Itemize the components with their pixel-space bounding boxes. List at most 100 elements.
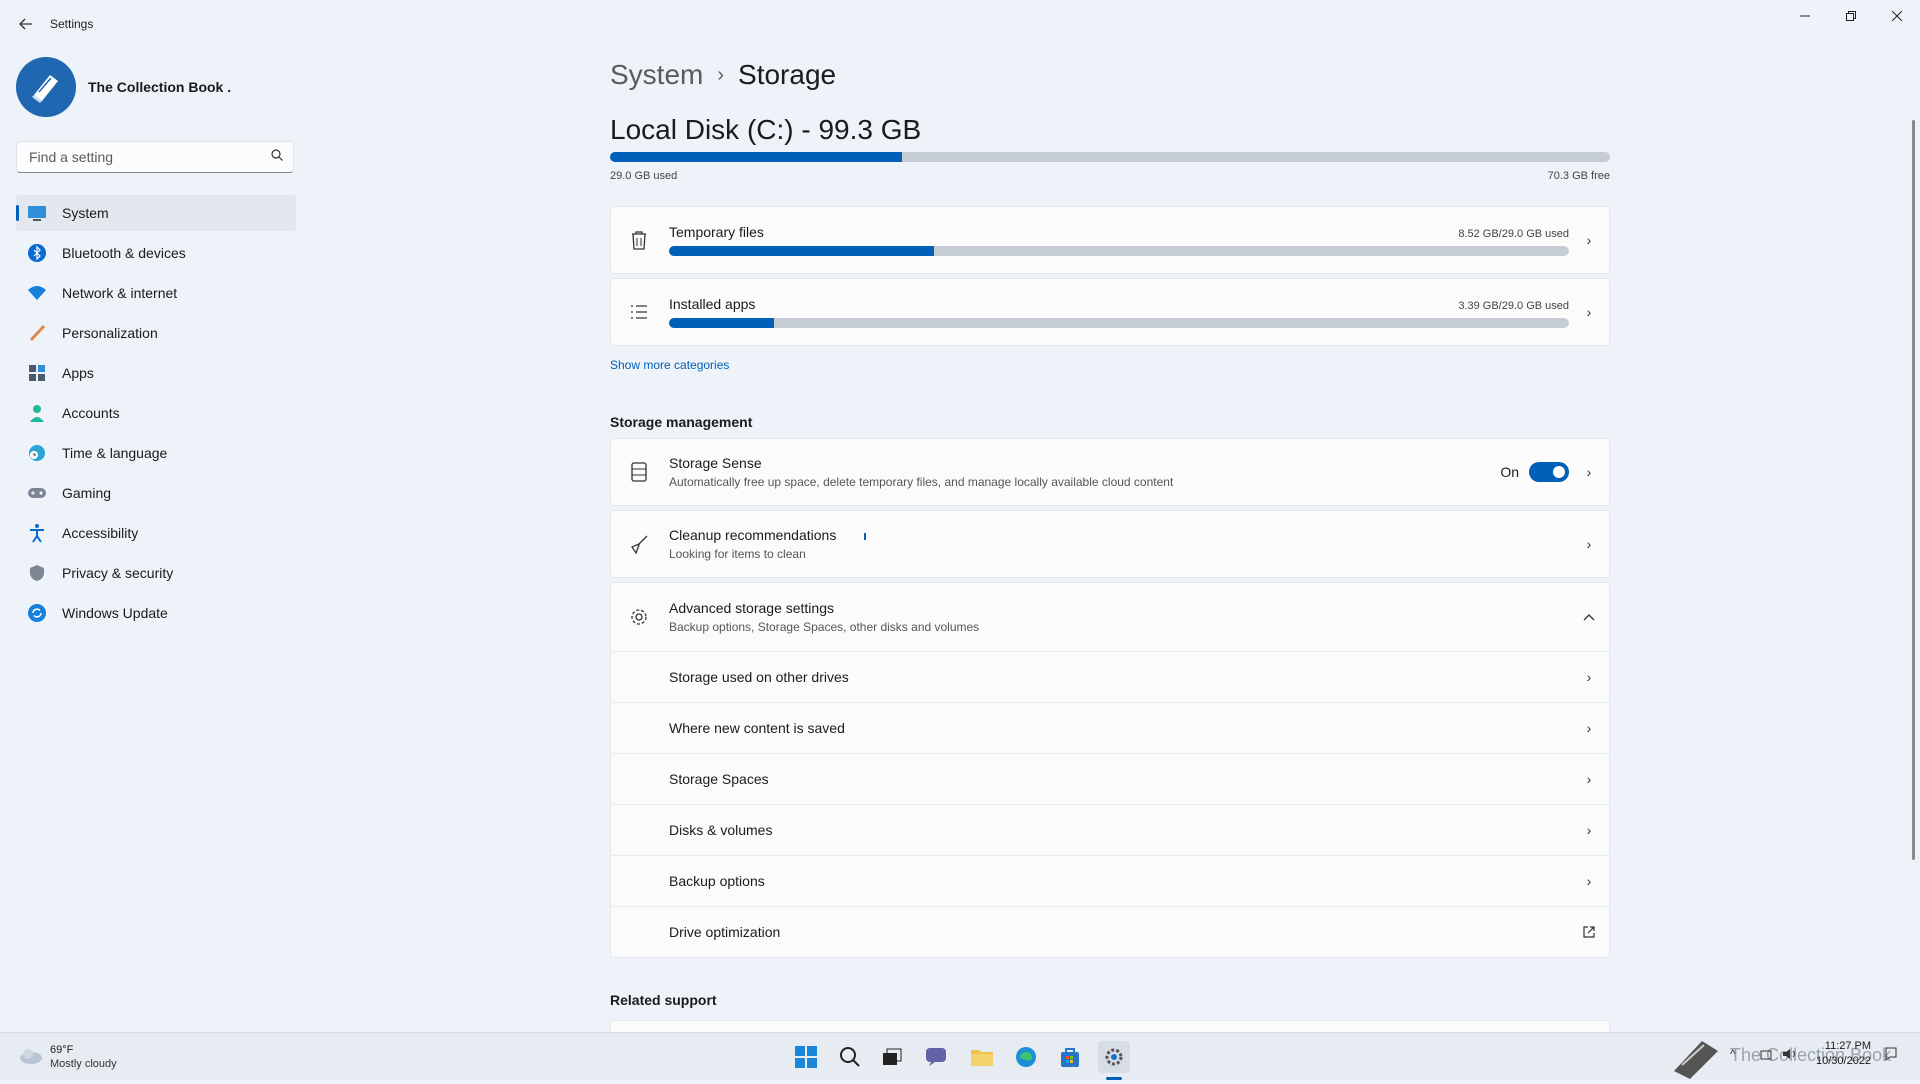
new-content-saved-row[interactable]: Where new content is saved › bbox=[611, 702, 1609, 753]
sidebar-item-accessibility[interactable]: Accessibility bbox=[16, 515, 296, 551]
chevron-right-icon: › bbox=[1586, 822, 1592, 838]
close-button[interactable] bbox=[1874, 0, 1920, 32]
back-arrow-icon[interactable] bbox=[14, 12, 38, 36]
shield-icon bbox=[26, 562, 48, 584]
sidebar-item-windows-update[interactable]: Windows Update bbox=[16, 595, 296, 631]
installed-apps-label: Installed apps bbox=[669, 296, 756, 312]
storage-sense-row[interactable]: Storage Sense Automatically free up spac… bbox=[610, 438, 1610, 506]
temporary-files-row[interactable]: Temporary files 8.52 GB/29.0 GB used › bbox=[610, 206, 1610, 274]
storage-sense-toggle[interactable] bbox=[1529, 462, 1569, 482]
cleanup-recommendations-row[interactable]: Cleanup recommendations Looking for item… bbox=[610, 510, 1610, 578]
chevron-right-icon: › bbox=[1586, 232, 1592, 248]
sidebar-item-label: Apps bbox=[62, 365, 94, 381]
drive-optimization-row[interactable]: Drive optimization bbox=[611, 906, 1609, 957]
chevron-up-icon bbox=[1569, 613, 1609, 621]
sidebar-item-bluetooth[interactable]: Bluetooth & devices bbox=[16, 235, 296, 271]
globe-clock-icon bbox=[26, 442, 48, 464]
sidebar-item-accounts[interactable]: Accounts bbox=[16, 395, 296, 431]
sidebar-item-network[interactable]: Network & internet bbox=[16, 275, 296, 311]
advanced-storage-header[interactable]: Advanced storage settings Backup options… bbox=[611, 583, 1609, 651]
update-icon bbox=[26, 602, 48, 624]
clock-time: 11:27 PM bbox=[1824, 1040, 1872, 1052]
broom-icon bbox=[627, 532, 651, 556]
temporary-files-content: Temporary files 8.52 GB/29.0 GB used bbox=[669, 224, 1569, 256]
storage-other-drives-row[interactable]: Storage used on other drives › bbox=[611, 651, 1609, 702]
sidebar-item-label: System bbox=[62, 205, 109, 221]
taskbar: 69°F Mostly cloudy The Collection Book ^… bbox=[0, 1032, 1920, 1080]
cleanup-title: Cleanup recommendations bbox=[669, 527, 1569, 543]
weather-widget[interactable]: 69°F Mostly cloudy bbox=[18, 1043, 117, 1071]
advanced-storage-content: Advanced storage settings Backup options… bbox=[669, 600, 1569, 634]
show-more-categories-link[interactable]: Show more categories bbox=[610, 358, 1610, 372]
chevron-up-icon[interactable]: ^ bbox=[1730, 1047, 1736, 1061]
sidebar-item-privacy[interactable]: Privacy & security bbox=[16, 555, 296, 591]
installed-apps-row[interactable]: Installed apps 3.39 GB/29.0 GB used › bbox=[610, 278, 1610, 346]
breadcrumb: System › Storage bbox=[610, 52, 1610, 98]
apps-icon bbox=[26, 362, 48, 384]
sidebar-item-label: Network & internet bbox=[62, 285, 178, 301]
file-explorer-icon[interactable] bbox=[966, 1041, 998, 1073]
start-icon[interactable] bbox=[790, 1041, 822, 1073]
chevron-right-icon: › bbox=[1586, 536, 1592, 552]
storage-sense-content: Storage Sense Automatically free up spac… bbox=[669, 455, 1500, 489]
chevron-right-icon: › bbox=[717, 63, 725, 86]
brush-icon bbox=[26, 322, 48, 344]
sidebar-item-system[interactable]: System bbox=[16, 195, 296, 231]
minimize-button[interactable] bbox=[1782, 0, 1828, 32]
user-name: The Collection Book . bbox=[88, 79, 232, 95]
used-label: 29.0 GB used bbox=[610, 170, 678, 182]
clock[interactable]: 11:27 PM 10/30/2022 bbox=[1816, 1039, 1871, 1069]
advanced-storage-title: Advanced storage settings bbox=[669, 600, 834, 616]
storage-management-heading: Storage management bbox=[610, 414, 753, 430]
sidebar-item-label: Accessibility bbox=[62, 525, 139, 541]
installed-apps-usage: 3.39 GB/29.0 GB used bbox=[1458, 300, 1569, 312]
disk-usage-bar bbox=[610, 152, 1610, 162]
network-icon[interactable] bbox=[1760, 1047, 1774, 1066]
installed-apps-bar bbox=[669, 318, 1569, 328]
notification-icon[interactable] bbox=[1884, 1047, 1898, 1066]
sidebar-nav: System Bluetooth & devices Network & int… bbox=[16, 195, 296, 635]
installed-apps-content: Installed apps 3.39 GB/29.0 GB used bbox=[669, 296, 1569, 328]
scrollbar[interactable] bbox=[1912, 120, 1915, 860]
weather-condition: Mostly cloudy bbox=[50, 1058, 117, 1070]
backup-options-row[interactable]: Backup options › bbox=[611, 855, 1609, 906]
user-profile[interactable]: The Collection Book . bbox=[16, 57, 231, 117]
free-label: 70.3 GB free bbox=[1547, 170, 1610, 182]
storage-sense-subtitle: Automatically free up space, delete temp… bbox=[669, 475, 1174, 489]
app-title: Settings bbox=[50, 17, 94, 31]
storage-spaces-row[interactable]: Storage Spaces › bbox=[611, 753, 1609, 804]
task-view-icon[interactable] bbox=[876, 1041, 908, 1073]
search-icon[interactable] bbox=[834, 1041, 866, 1073]
edge-icon[interactable] bbox=[1010, 1041, 1042, 1073]
sidebar-item-personalization[interactable]: Personalization bbox=[16, 315, 296, 351]
related-support-heading: Related support bbox=[610, 992, 717, 1008]
list-icon bbox=[627, 300, 651, 324]
chevron-right-icon: › bbox=[1586, 873, 1592, 889]
restore-button[interactable] bbox=[1828, 0, 1874, 32]
external-link-icon bbox=[1569, 926, 1609, 938]
sidebar-item-apps[interactable]: Apps bbox=[16, 355, 296, 391]
sidebar-item-time-language[interactable]: Time & language bbox=[16, 435, 296, 471]
disks-volumes-row[interactable]: Disks & volumes › bbox=[611, 804, 1609, 855]
search-icon[interactable] bbox=[271, 148, 283, 166]
chevron-right-icon: › bbox=[1586, 464, 1592, 480]
sidebar-item-label: Windows Update bbox=[62, 605, 168, 621]
advanced-storage-subtitle: Backup options, Storage Spaces, other di… bbox=[669, 620, 980, 634]
search-box[interactable] bbox=[16, 141, 294, 173]
sidebar-item-label: Accounts bbox=[62, 405, 120, 421]
chevron-right-icon: › bbox=[1586, 669, 1592, 685]
settings-gear-icon[interactable] bbox=[1098, 1041, 1130, 1073]
storage-drive-icon bbox=[627, 460, 651, 484]
sidebar-item-label: Bluetooth & devices bbox=[62, 245, 186, 261]
store-icon[interactable] bbox=[1054, 1041, 1086, 1073]
search-input[interactable] bbox=[27, 148, 271, 166]
sidebar-item-label: Gaming bbox=[62, 485, 112, 501]
installed-apps-fill bbox=[669, 318, 775, 328]
gamepad-icon bbox=[26, 482, 48, 504]
disk-title: Local Disk (C:) - 99.3 GB bbox=[610, 114, 922, 145]
person-icon bbox=[26, 402, 48, 424]
chat-icon[interactable] bbox=[920, 1041, 952, 1073]
breadcrumb-parent[interactable]: System bbox=[610, 59, 703, 91]
volume-icon[interactable] bbox=[1782, 1047, 1798, 1066]
sidebar-item-gaming[interactable]: Gaming bbox=[16, 475, 296, 511]
